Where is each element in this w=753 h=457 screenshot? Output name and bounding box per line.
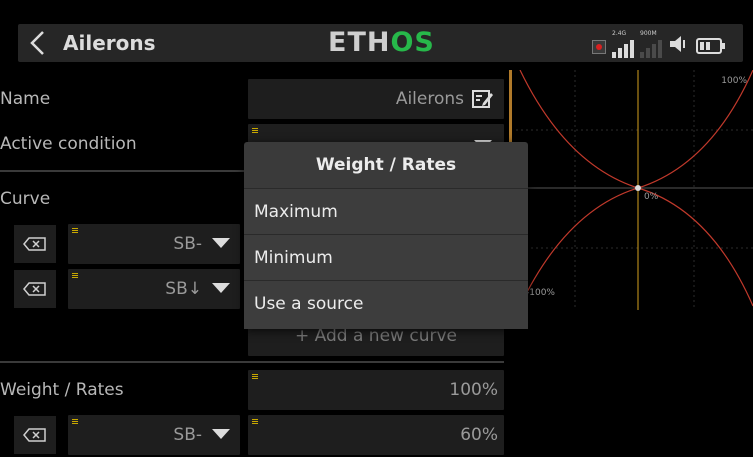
weight-row-source[interactable]: SB- (68, 415, 240, 455)
ethos-logo: ETHOS (328, 27, 435, 58)
weight-row-remove-button[interactable] (14, 416, 56, 454)
options-marker (252, 419, 258, 424)
back-button[interactable] (18, 24, 58, 62)
graph-center-label: 0% (644, 192, 659, 202)
signal-2-4g-icon: 2.4G (612, 30, 634, 58)
name-label: Name (0, 89, 51, 109)
status-icons: 2.4G 900M (592, 28, 725, 58)
curve-graph: 100% 0% -100% (516, 69, 753, 310)
dropdown-arrow-icon (212, 429, 230, 439)
record-icon (592, 40, 606, 54)
name-value: Ailerons (395, 89, 464, 109)
curve-label: Curve (0, 189, 51, 209)
weight-row-value-field[interactable]: 60% (248, 415, 504, 455)
signal-900m-icon: 900M (640, 30, 662, 58)
dropdown-arrow-icon (212, 238, 230, 248)
graph-top-label: 100% (721, 76, 747, 86)
weight-row-source-value: SB- (173, 425, 202, 445)
options-marker (252, 128, 258, 133)
curve-row2-source-value: SB↓ (165, 279, 202, 299)
options-marker (252, 374, 258, 379)
divider (0, 361, 504, 363)
active-condition-label: Active condition (0, 134, 137, 154)
dropdown-arrow-icon (212, 283, 230, 293)
delete-icon (23, 428, 46, 442)
delete-icon (23, 282, 46, 296)
graph-bottom-label: -100% (526, 288, 555, 298)
weight-rates-label: Weight / Rates (0, 380, 124, 400)
name-field[interactable]: Ailerons (248, 79, 504, 119)
popup-option-use-source[interactable]: Use a source (244, 280, 528, 329)
weight-row-value: 60% (460, 425, 498, 445)
chevron-left-icon (30, 31, 44, 55)
battery-icon (696, 38, 725, 54)
page-title: Ailerons (63, 31, 156, 55)
options-marker (72, 419, 78, 424)
weight-rates-popup: Weight / Rates Maximum Minimum Use a sou… (244, 142, 528, 329)
curve-plot (516, 69, 753, 310)
weight-value-field[interactable]: 100% (248, 370, 504, 410)
popup-option-maximum[interactable]: Maximum (244, 188, 528, 234)
curve-row2-remove-button[interactable] (14, 270, 56, 308)
edit-icon (472, 90, 493, 108)
speaker-icon (668, 34, 690, 58)
popup-title: Weight / Rates (315, 155, 457, 175)
curve-row1-remove-button[interactable] (14, 225, 56, 263)
popup-option-minimum[interactable]: Minimum (244, 234, 528, 280)
weight-value: 100% (449, 380, 498, 400)
options-marker (72, 273, 78, 278)
delete-icon (23, 237, 46, 251)
header-bar: Ailerons ETHOS 2.4G 900M (0, 0, 753, 62)
curve-row1-source-value: SB- (173, 234, 202, 254)
options-marker (72, 228, 78, 233)
curve-row1-source[interactable]: SB- (68, 224, 240, 264)
curve-row2-source[interactable]: SB↓ (68, 269, 240, 309)
